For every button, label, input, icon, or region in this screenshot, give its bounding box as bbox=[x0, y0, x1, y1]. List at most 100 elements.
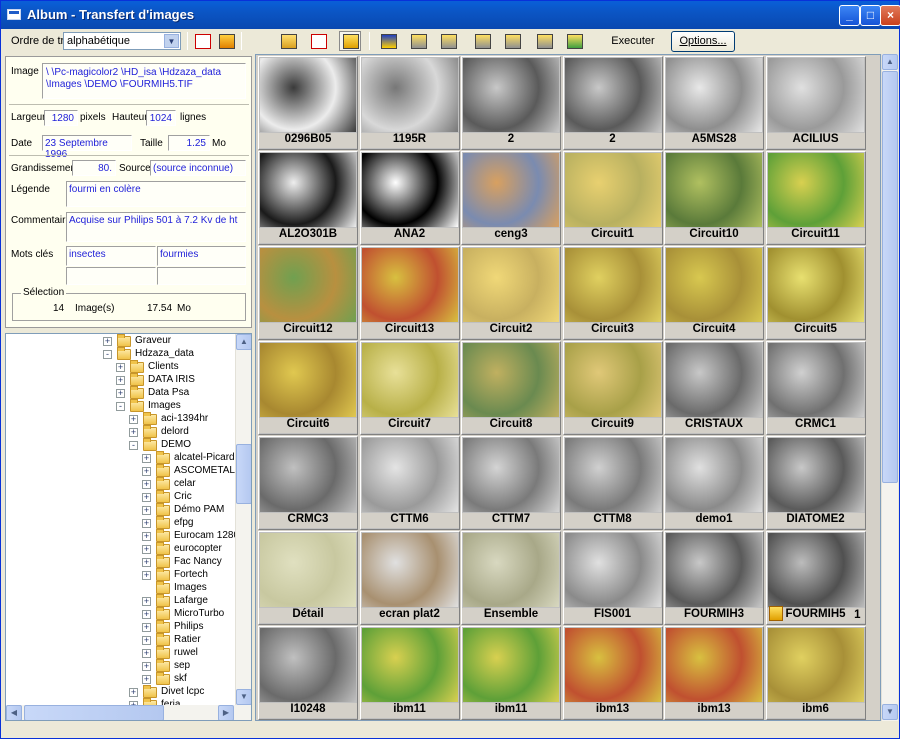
sort-files-button[interactable] bbox=[215, 31, 237, 51]
keyword-field-1[interactable]: insectes bbox=[66, 246, 156, 266]
thumbnail-item[interactable]: DIATOME2 bbox=[765, 436, 866, 530]
thumbnail-item[interactable]: Circuit6 bbox=[258, 341, 358, 435]
thumbnail-image[interactable] bbox=[666, 153, 762, 227]
print-button[interactable] bbox=[407, 31, 429, 51]
thumbnail-item[interactable]: FIS001 bbox=[562, 531, 663, 625]
thumbnail-item[interactable]: CTTM7 bbox=[461, 436, 561, 530]
expand-icon[interactable]: + bbox=[142, 597, 151, 606]
thumbnail-item[interactable]: Circuit10 bbox=[664, 151, 764, 245]
grid-vertical-scrollbar[interactable]: ▲ ▼ bbox=[881, 54, 898, 721]
tree-item[interactable]: + aci-1394hr bbox=[6, 412, 234, 426]
tree-item[interactable]: - Images bbox=[6, 399, 234, 413]
tree-item[interactable]: + Eurocam 1280- bbox=[6, 529, 242, 543]
expand-icon[interactable]: + bbox=[142, 649, 151, 658]
tree-item[interactable]: + ASCOMETAL bbox=[6, 464, 235, 478]
collapse-icon[interactable]: - bbox=[103, 350, 112, 359]
print-grid-3-button[interactable] bbox=[533, 31, 555, 51]
thumbnail-item[interactable]: AL2O301B bbox=[258, 151, 358, 245]
title-bar[interactable]: Album - Transfert d'images _ □ × bbox=[1, 1, 900, 29]
keyword-field-2[interactable]: fourmies bbox=[157, 246, 246, 266]
scroll-down-icon[interactable]: ▼ bbox=[882, 704, 898, 720]
tree-item[interactable]: + Divet lcpc bbox=[6, 685, 234, 699]
thumbnail-image[interactable] bbox=[463, 343, 559, 417]
date-field[interactable]: 23 Septembre 1996 bbox=[42, 135, 132, 160]
expand-icon[interactable]: + bbox=[116, 389, 125, 398]
thumbnail-image[interactable] bbox=[463, 628, 559, 702]
tree-item[interactable]: + delord bbox=[6, 425, 234, 439]
tree-item[interactable]: + Fac Nancy bbox=[6, 555, 234, 569]
thumbnail-image[interactable] bbox=[260, 343, 356, 417]
expand-icon[interactable]: + bbox=[103, 337, 112, 346]
thumbnail-image[interactable] bbox=[463, 533, 559, 607]
thumbnail-image[interactable] bbox=[260, 248, 356, 322]
thumbnail-image[interactable] bbox=[767, 533, 864, 607]
thumbnail-item[interactable]: A5MS28 bbox=[664, 56, 764, 150]
thumbnail-item[interactable]: Circuit7 bbox=[359, 341, 460, 435]
thumbnail-image[interactable] bbox=[666, 343, 762, 417]
thumbnail-item[interactable]: Circuit9 bbox=[562, 341, 663, 435]
options-button[interactable]: Options... bbox=[671, 31, 735, 52]
thumbnail-image[interactable] bbox=[767, 438, 864, 512]
tree-vertical-scrollbar[interactable]: ▲ ▼ bbox=[235, 334, 251, 705]
calendar-sort-button[interactable] bbox=[191, 31, 213, 51]
thumbnail-image[interactable] bbox=[564, 438, 661, 512]
thumbnail-item[interactable]: ceng3 bbox=[461, 151, 561, 245]
expand-icon[interactable]: + bbox=[142, 480, 151, 489]
comment-field[interactable]: Acquise sur Philips 501 à 7.2 Kv de ht bbox=[66, 212, 246, 242]
tree-item[interactable]: + efpg bbox=[6, 516, 234, 530]
thumbnail-image[interactable] bbox=[463, 248, 559, 322]
expand-icon[interactable]: + bbox=[129, 415, 138, 424]
expand-icon[interactable]: + bbox=[142, 467, 151, 476]
tree-item[interactable]: + Clients bbox=[6, 360, 234, 374]
expand-icon[interactable]: + bbox=[142, 636, 151, 645]
thumbnail-item[interactable]: ibm11 bbox=[359, 626, 460, 720]
thumbnail-image[interactable] bbox=[666, 58, 762, 132]
thumbnail-image[interactable] bbox=[260, 153, 356, 227]
thumbnail-image[interactable] bbox=[564, 628, 661, 702]
execute-button[interactable]: Executer bbox=[601, 31, 665, 52]
tree-item[interactable]: + Ratier bbox=[6, 633, 234, 647]
minimize-button[interactable]: _ bbox=[839, 5, 860, 26]
close-button[interactable]: × bbox=[880, 5, 900, 26]
thumbnail-image[interactable] bbox=[463, 58, 559, 132]
maximize-button[interactable]: □ bbox=[860, 5, 881, 26]
thumbnail-item[interactable]: Circuit5 bbox=[765, 246, 866, 340]
check-button[interactable] bbox=[307, 31, 329, 51]
thumbnail-image[interactable] bbox=[564, 153, 661, 227]
thumbnail-item[interactable]: Circuit2 bbox=[461, 246, 561, 340]
expand-icon[interactable]: + bbox=[116, 363, 125, 372]
thumbnail-image[interactable] bbox=[361, 248, 458, 322]
thumbnail-image[interactable] bbox=[564, 533, 661, 607]
thumbnail-image[interactable] bbox=[767, 153, 864, 227]
tree-item[interactable]: - DEMO bbox=[6, 438, 234, 452]
expand-icon[interactable]: + bbox=[142, 558, 151, 567]
thumbnail-image[interactable] bbox=[361, 343, 458, 417]
thumbnail-image[interactable] bbox=[463, 438, 559, 512]
size-field[interactable]: 1.25 bbox=[168, 135, 210, 151]
tree-horizontal-scrollbar[interactable]: ◀ ▶ bbox=[6, 705, 251, 720]
width-field[interactable]: 1280 bbox=[44, 110, 78, 126]
thumbnail-item[interactable]: ibm13 bbox=[664, 626, 764, 720]
keyword-field-4[interactable] bbox=[157, 267, 246, 285]
print-grid-1-button[interactable] bbox=[471, 31, 493, 51]
legend-field[interactable]: fourmi en colère bbox=[66, 181, 246, 207]
thumbnail-item[interactable]: Détail bbox=[258, 531, 358, 625]
tree-hscroll-thumb[interactable] bbox=[24, 705, 164, 720]
thumbnail-item[interactable]: ACILIUS bbox=[765, 56, 866, 150]
thumbnail-image[interactable] bbox=[260, 628, 356, 702]
thumbnail-image[interactable] bbox=[767, 628, 864, 702]
thumbnail-item[interactable]: Circuit4 bbox=[664, 246, 764, 340]
magnification-field[interactable]: 80. bbox=[72, 160, 116, 176]
thumbnail-image[interactable] bbox=[361, 438, 458, 512]
expand-icon[interactable]: + bbox=[116, 376, 125, 385]
expand-icon[interactable]: + bbox=[142, 532, 151, 541]
expand-icon[interactable]: + bbox=[142, 571, 151, 580]
print-grid-4-button[interactable] bbox=[563, 31, 585, 51]
thumbnail-item[interactable]: Circuit13 bbox=[359, 246, 460, 340]
thumbnail-image[interactable] bbox=[260, 438, 356, 512]
scroll-up-icon[interactable]: ▲ bbox=[882, 54, 898, 70]
thumbnail-item[interactable]: CRMC1 bbox=[765, 341, 866, 435]
thumbnail-item[interactable]: FOURMIH3 bbox=[664, 531, 764, 625]
print-grid-2-button[interactable] bbox=[501, 31, 523, 51]
thumbnail-item[interactable]: ibm6 bbox=[765, 626, 866, 720]
